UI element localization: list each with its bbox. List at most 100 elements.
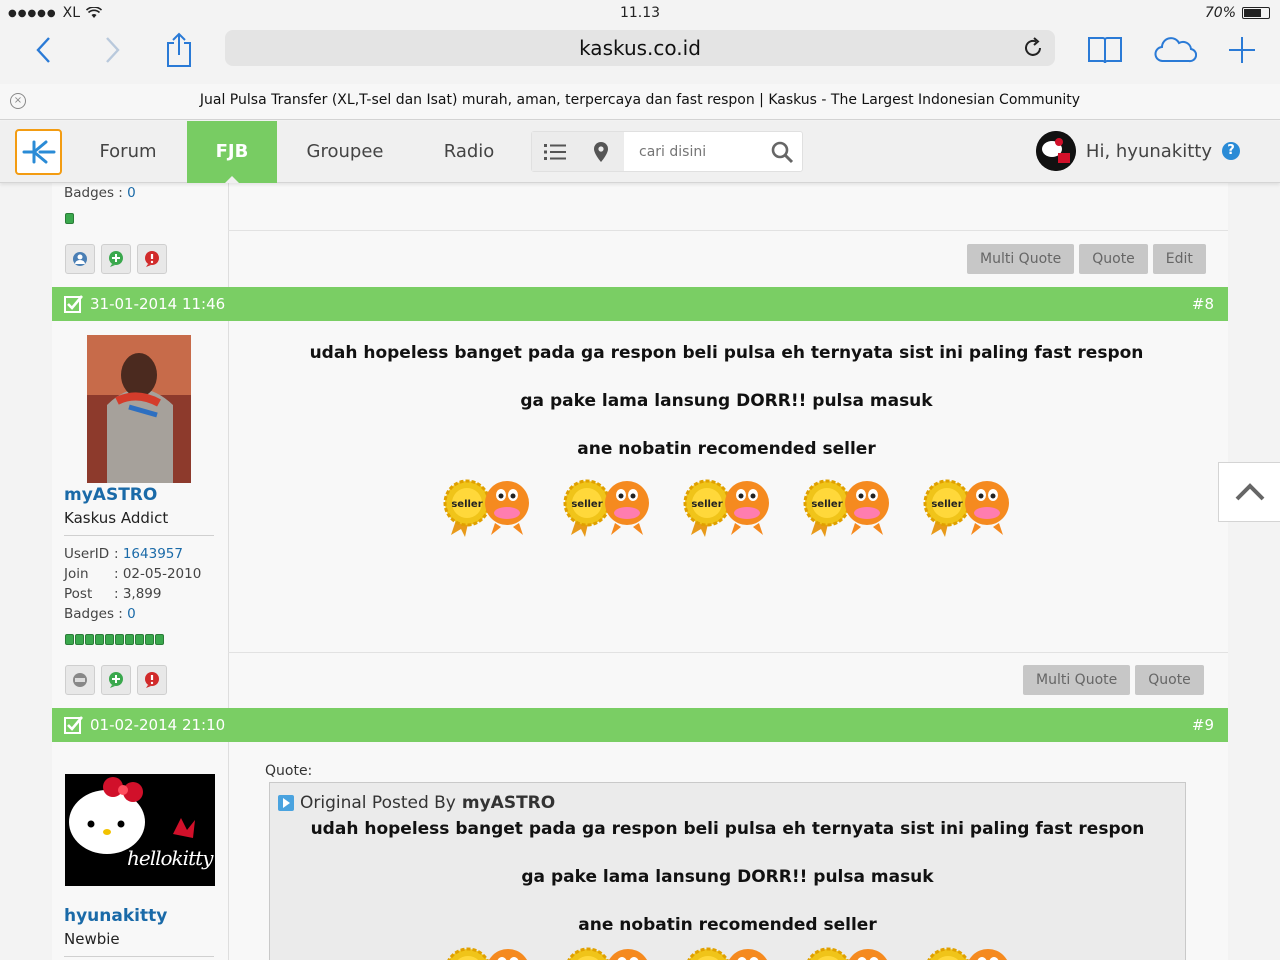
search-box xyxy=(531,131,803,172)
seller-smiley-icon: seller xyxy=(804,941,892,960)
multi-quote-button[interactable]: Multi Quote xyxy=(967,244,1075,274)
post-number[interactable]: #9 xyxy=(1192,716,1214,734)
seller-smiley-icon: seller xyxy=(803,473,891,537)
user-greeting: Hi, hyunakitty xyxy=(1085,140,1212,162)
user-avatar-hyunakitty[interactable]: hellokitty xyxy=(65,774,215,886)
post-divider xyxy=(228,230,1228,231)
status-bar: ●●●●● XL 11.13 70% xyxy=(0,0,1280,26)
help-icon[interactable]: ? xyxy=(1222,142,1240,160)
forward-icon[interactable] xyxy=(90,28,134,72)
quote-text-line: ga pake lama lansung DORR!! pulsa masuk xyxy=(521,867,934,887)
svg-text:seller: seller xyxy=(811,499,842,510)
browser-toolbar: kaskus.co.id xyxy=(0,26,1280,74)
post-date: 01-02-2014 21:10 xyxy=(90,716,226,734)
svg-text:seller: seller xyxy=(571,499,602,510)
multi-quote-button[interactable]: Multi Quote xyxy=(1023,665,1131,695)
seller-smiley-row: seller seller seller seller seller xyxy=(270,941,1185,960)
reputation-bar xyxy=(65,213,74,224)
scroll-to-top-button[interactable] xyxy=(1218,462,1280,522)
kaskus-logo[interactable] xyxy=(15,129,62,175)
badges-link[interactable]: 0 xyxy=(127,185,136,201)
badges-label: Badges : xyxy=(64,185,123,201)
thread-container: Badges : 0 Multi Quote Quote Edit 31-01-… xyxy=(52,183,1228,960)
seller-smiley-icon: seller xyxy=(923,473,1011,537)
status-time: 11.13 xyxy=(619,5,661,21)
avatar-text: hellokitty xyxy=(127,846,213,870)
quote-box: Original Posted By myASTRO udah hopeless… xyxy=(269,782,1186,960)
join-date: : 02-05-2010 xyxy=(114,566,202,582)
quote-header: Original Posted By myASTRO xyxy=(278,793,555,813)
page-title: Jual Pulsa Transfer (XL,T-sel dan Isat) … xyxy=(199,92,1081,108)
view-post-icon[interactable] xyxy=(278,795,294,811)
post-sidebar: myASTRO Kaskus Addict UserID: 1643957 Jo… xyxy=(64,485,224,626)
nav-forum[interactable]: Forum xyxy=(84,121,172,183)
prev-post-buttons: Multi Quote Quote Edit xyxy=(967,244,1206,274)
quote-label: Quote: xyxy=(265,763,313,779)
nav-radio[interactable]: Radio xyxy=(432,121,506,183)
seller-smiley-icon: seller xyxy=(443,473,531,537)
icloud-tabs-icon[interactable] xyxy=(1153,28,1197,72)
search-input[interactable] xyxy=(627,132,767,171)
address-bar[interactable]: kaskus.co.id xyxy=(225,30,1055,66)
post-content: udah hopeless banget pada ga respon beli… xyxy=(229,343,1224,537)
site-nav: Forum FJB Groupee Radio Hi, hyunakitty ? xyxy=(0,121,1280,183)
post-count-label: Post xyxy=(64,586,93,602)
share-icon[interactable] xyxy=(157,28,201,72)
seller-smiley-icon: seller xyxy=(563,473,651,537)
battery-icon xyxy=(1242,7,1270,19)
checkbox-icon[interactable] xyxy=(64,715,84,735)
post-text-line: ane nobatin recomended seller xyxy=(577,439,876,459)
post-text-line: udah hopeless banget pada ga respon beli… xyxy=(309,343,1144,363)
quote-prefix: Original Posted By xyxy=(300,793,456,813)
profile-icon[interactable] xyxy=(65,665,95,695)
badges-label: Badges : xyxy=(64,606,123,622)
back-icon[interactable] xyxy=(22,28,66,72)
search-icon[interactable] xyxy=(770,140,794,164)
give-reputation-icon[interactable] xyxy=(101,665,131,695)
checkbox-icon[interactable] xyxy=(64,294,84,314)
seller-smiley-icon: seller xyxy=(444,941,532,960)
post-text-line: ga pake lama lansung DORR!! pulsa masuk xyxy=(520,391,933,411)
post-divider xyxy=(228,652,1228,653)
user-menu[interactable]: Hi, hyunakitty ? xyxy=(1035,131,1240,171)
new-tab-icon[interactable] xyxy=(1220,28,1264,72)
chevron-up-icon xyxy=(1235,483,1264,501)
location-pin-icon[interactable] xyxy=(578,132,624,171)
quote-button[interactable]: Quote xyxy=(1135,665,1204,695)
post-header: 01-02-2014 21:10 #9 xyxy=(52,708,1228,742)
edit-button[interactable]: Edit xyxy=(1152,244,1206,274)
bookmarks-icon[interactable] xyxy=(1083,28,1127,72)
seller-smiley-row: seller seller seller seller seller xyxy=(229,473,1224,537)
post-buttons: Multi Quote Quote xyxy=(1023,665,1204,695)
list-icon[interactable] xyxy=(532,132,578,171)
join-label: Join xyxy=(64,566,89,582)
seller-smiley-icon: seller xyxy=(924,941,1012,960)
prev-post-sidebar: Badges : 0 xyxy=(64,185,224,205)
post-date: 31-01-2014 11:46 xyxy=(90,295,226,313)
user-avatar-myastro[interactable] xyxy=(87,335,191,483)
reload-icon[interactable] xyxy=(1021,36,1045,60)
username[interactable]: myASTRO xyxy=(64,485,224,505)
reputation-bar xyxy=(65,634,164,645)
report-icon[interactable] xyxy=(137,244,167,274)
quote-author[interactable]: myASTRO xyxy=(462,793,555,813)
seller-smiley-icon: seller xyxy=(684,941,772,960)
user-id-label: UserID xyxy=(64,546,110,562)
give-reputation-icon[interactable] xyxy=(101,244,131,274)
post-count: : 3,899 xyxy=(114,586,162,602)
post-number[interactable]: #8 xyxy=(1192,295,1214,313)
username[interactable]: hyunakitty xyxy=(64,906,224,926)
quote-button[interactable]: Quote xyxy=(1079,244,1148,274)
badges-link[interactable]: 0 xyxy=(127,606,136,622)
nav-fjb[interactable]: FJB xyxy=(187,121,277,183)
nav-groupee[interactable]: Groupee xyxy=(296,121,394,183)
user-id[interactable]: 1643957 xyxy=(123,546,183,562)
user-avatar[interactable] xyxy=(1035,131,1076,171)
tab-title-bar: × Jual Pulsa Transfer (XL,T-sel dan Isat… xyxy=(0,84,1280,120)
report-icon[interactable] xyxy=(137,665,167,695)
user-actions xyxy=(65,665,167,695)
battery-percent: 70% xyxy=(1204,5,1236,21)
profile-icon[interactable] xyxy=(65,244,95,274)
post-sidebar: hyunakitty Newbie xyxy=(64,906,224,960)
user-rank: Kaskus Addict xyxy=(64,509,169,527)
